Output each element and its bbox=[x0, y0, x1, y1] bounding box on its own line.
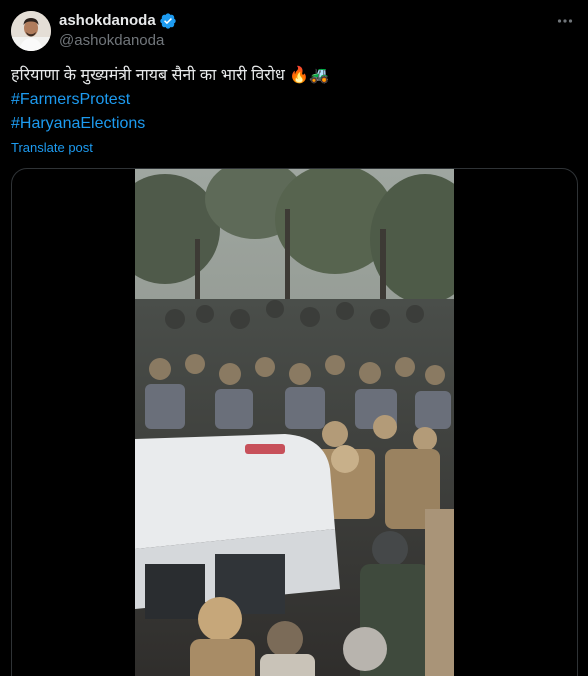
post-text-line: हरियाणा के मुख्यमंत्री नायब सैनी का भारी… bbox=[11, 64, 571, 88]
hashtag-haryana-elections[interactable]: #HaryanaElections bbox=[11, 112, 571, 136]
video-player[interactable] bbox=[135, 169, 454, 676]
post-text: हरियाणा के मुख्यमंत्री नायब सैनी का भारी… bbox=[11, 64, 571, 136]
video-frame bbox=[135, 169, 454, 676]
author-name-row: ashokdanoda bbox=[59, 11, 177, 31]
translate-post-link[interactable]: Translate post bbox=[11, 139, 93, 157]
post-hindi-text: हरियाणा के मुख्यमंत्री नायब सैनी का भारी… bbox=[11, 67, 285, 84]
media-container bbox=[11, 168, 578, 676]
verified-badge-icon bbox=[159, 12, 177, 30]
tweet-post: ashokdanoda @ashokdanoda हरियाणा के मुख्… bbox=[0, 0, 588, 676]
emoji-fire-tractor: 🔥🚜 bbox=[289, 67, 330, 84]
hashtag-farmers-protest[interactable]: #FarmersProtest bbox=[11, 88, 571, 112]
author-display-name[interactable]: ashokdanoda bbox=[59, 11, 156, 31]
author-handle[interactable]: @ashokdanoda bbox=[59, 31, 164, 51]
more-options-icon[interactable] bbox=[556, 12, 574, 30]
avatar[interactable] bbox=[11, 11, 51, 51]
